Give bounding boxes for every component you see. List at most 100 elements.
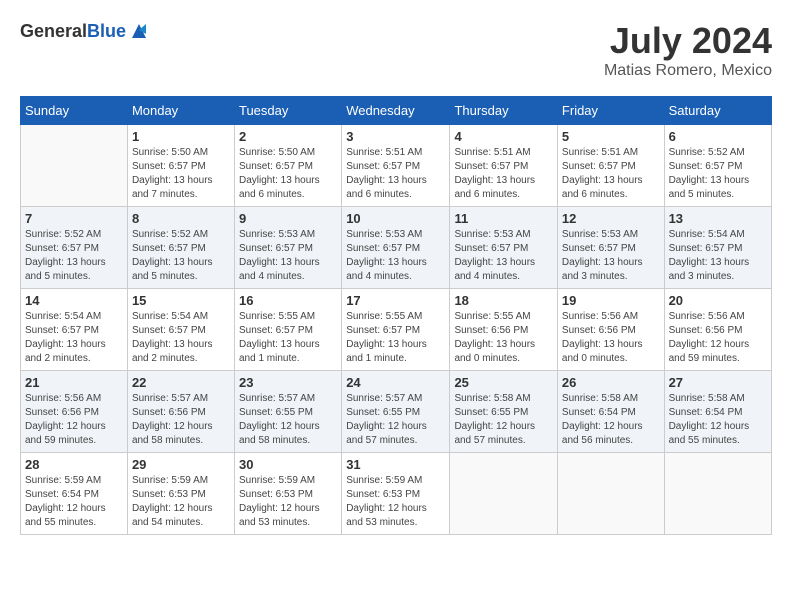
calendar-cell: 15 Sunrise: 5:54 AM Sunset: 6:57 PM Dayli… (127, 289, 234, 371)
calendar-cell: 27Sunrise: 5:58 AM Sunset: 6:54 PM Dayli… (664, 371, 771, 453)
day-info: Sunrise: 5:54 AM Sunset: 6:57 PM Dayligh… (669, 228, 767, 284)
day-number: 12 (562, 211, 660, 226)
day-number: 22 (132, 375, 230, 390)
weekday-header-tuesday: Tuesday (234, 97, 341, 125)
calendar-cell: 19Sunrise: 5:56 AM Sunset: 6:56 PM Dayli… (557, 289, 664, 371)
calendar-cell: 25Sunrise: 5:58 AM Sunset: 6:55 PM Dayli… (450, 371, 557, 453)
day-number: 7 (25, 211, 123, 226)
day-number: 28 (25, 457, 123, 472)
day-number: 24 (346, 375, 445, 390)
calendar-cell (664, 453, 771, 535)
day-info: Sunrise: 5:57 AM Sunset: 6:55 PM Dayligh… (239, 392, 337, 448)
calendar-cell (450, 453, 557, 535)
day-number: 16 (239, 293, 337, 308)
day-number: 27 (669, 375, 767, 390)
weekday-header-thursday: Thursday (450, 97, 557, 125)
weekday-header-friday: Friday (557, 97, 664, 125)
location-subtitle: Matias Romero, Mexico (604, 62, 772, 80)
calendar-cell: 29 Sunrise: 5:59 AM Sunset: 6:53 PM Dayli… (127, 453, 234, 535)
calendar-cell: 23 Sunrise: 5:57 AM Sunset: 6:55 PM Dayli… (234, 371, 341, 453)
calendar-cell: 4 Sunrise: 5:51 AM Sunset: 6:57 PM Daylig… (450, 125, 557, 207)
day-info: Sunrise: 5:53 AM Sunset: 6:57 PM Dayligh… (562, 228, 660, 284)
calendar-week-row: 1 Sunrise: 5:50 AM Sunset: 6:57 PM Daylig… (21, 125, 772, 207)
day-number: 13 (669, 211, 767, 226)
day-number: 2 (239, 129, 337, 144)
page-header: GeneralBlue July 2024 Matias Romero, Mex… (20, 20, 772, 80)
day-number: 15 (132, 293, 230, 308)
day-number: 17 (346, 293, 445, 308)
day-info: Sunrise: 5:53 AM Sunset: 6:57 PM Dayligh… (454, 228, 552, 284)
calendar-cell: 26 Sunrise: 5:58 AM Sunset: 6:54 PM Dayli… (557, 371, 664, 453)
day-info: Sunrise: 5:56 AM Sunset: 6:56 PM Dayligh… (669, 310, 767, 366)
month-year-title: July 2024 (604, 20, 772, 62)
calendar-cell: 5Sunrise: 5:51 AM Sunset: 6:57 PM Daylig… (557, 125, 664, 207)
calendar-cell: 28 Sunrise: 5:59 AM Sunset: 6:54 PM Dayli… (21, 453, 128, 535)
day-info: Sunrise: 5:54 AM Sunset: 6:57 PM Dayligh… (25, 310, 123, 366)
day-number: 21 (25, 375, 123, 390)
calendar-cell: 2 Sunrise: 5:50 AM Sunset: 6:57 PM Daylig… (234, 125, 341, 207)
calendar-cell: 12 Sunrise: 5:53 AM Sunset: 6:57 PM Dayli… (557, 207, 664, 289)
calendar-cell: 7 Sunrise: 5:52 AM Sunset: 6:57 PM Daylig… (21, 207, 128, 289)
day-info: Sunrise: 5:50 AM Sunset: 6:57 PM Dayligh… (239, 146, 337, 202)
day-number: 30 (239, 457, 337, 472)
day-info: Sunrise: 5:53 AM Sunset: 6:57 PM Dayligh… (346, 228, 445, 284)
day-info: Sunrise: 5:54 AM Sunset: 6:57 PM Dayligh… (132, 310, 230, 366)
calendar-cell: 17 Sunrise: 5:55 AM Sunset: 6:57 PM Dayli… (342, 289, 450, 371)
calendar-cell: 13 Sunrise: 5:54 AM Sunset: 6:57 PM Dayli… (664, 207, 771, 289)
day-number: 3 (346, 129, 445, 144)
calendar-week-row: 14 Sunrise: 5:54 AM Sunset: 6:57 PM Dayli… (21, 289, 772, 371)
day-number: 1 (132, 129, 230, 144)
calendar-week-row: 28 Sunrise: 5:59 AM Sunset: 6:54 PM Dayli… (21, 453, 772, 535)
calendar-cell: 8Sunrise: 5:52 AM Sunset: 6:57 PM Daylig… (127, 207, 234, 289)
day-number: 29 (132, 457, 230, 472)
calendar-cell (557, 453, 664, 535)
calendar-cell: 6 Sunrise: 5:52 AM Sunset: 6:57 PM Daylig… (664, 125, 771, 207)
day-number: 14 (25, 293, 123, 308)
day-info: Sunrise: 5:52 AM Sunset: 6:57 PM Dayligh… (25, 228, 123, 284)
day-number: 4 (454, 129, 552, 144)
day-number: 20 (669, 293, 767, 308)
day-info: Sunrise: 5:59 AM Sunset: 6:53 PM Dayligh… (132, 474, 230, 530)
day-info: Sunrise: 5:51 AM Sunset: 6:57 PM Dayligh… (562, 146, 660, 202)
calendar-cell (21, 125, 128, 207)
weekday-header-sunday: Sunday (21, 97, 128, 125)
day-info: Sunrise: 5:56 AM Sunset: 6:56 PM Dayligh… (25, 392, 123, 448)
day-number: 23 (239, 375, 337, 390)
day-info: Sunrise: 5:58 AM Sunset: 6:55 PM Dayligh… (454, 392, 552, 448)
day-info: Sunrise: 5:51 AM Sunset: 6:57 PM Dayligh… (346, 146, 445, 202)
day-info: Sunrise: 5:52 AM Sunset: 6:57 PM Dayligh… (669, 146, 767, 202)
day-info: Sunrise: 5:55 AM Sunset: 6:57 PM Dayligh… (346, 310, 445, 366)
calendar-cell: 9Sunrise: 5:53 AM Sunset: 6:57 PM Daylig… (234, 207, 341, 289)
day-number: 26 (562, 375, 660, 390)
logo-general: GeneralBlue (20, 21, 126, 42)
day-info: Sunrise: 5:57 AM Sunset: 6:55 PM Dayligh… (346, 392, 445, 448)
calendar-cell: 16Sunrise: 5:55 AM Sunset: 6:57 PM Dayli… (234, 289, 341, 371)
calendar-week-row: 21 Sunrise: 5:56 AM Sunset: 6:56 PM Dayli… (21, 371, 772, 453)
calendar-cell: 3 Sunrise: 5:51 AM Sunset: 6:57 PM Daylig… (342, 125, 450, 207)
day-number: 11 (454, 211, 552, 226)
day-info: Sunrise: 5:56 AM Sunset: 6:56 PM Dayligh… (562, 310, 660, 366)
day-number: 31 (346, 457, 445, 472)
calendar-cell: 24 Sunrise: 5:57 AM Sunset: 6:55 PM Dayli… (342, 371, 450, 453)
day-number: 10 (346, 211, 445, 226)
day-number: 6 (669, 129, 767, 144)
day-number: 18 (454, 293, 552, 308)
day-info: Sunrise: 5:51 AM Sunset: 6:57 PM Dayligh… (454, 146, 552, 202)
calendar-cell: 22 Sunrise: 5:57 AM Sunset: 6:56 PM Dayli… (127, 371, 234, 453)
weekday-header-monday: Monday (127, 97, 234, 125)
day-info: Sunrise: 5:52 AM Sunset: 6:57 PM Dayligh… (132, 228, 230, 284)
day-info: Sunrise: 5:55 AM Sunset: 6:56 PM Dayligh… (454, 310, 552, 366)
day-info: Sunrise: 5:57 AM Sunset: 6:56 PM Dayligh… (132, 392, 230, 448)
day-info: Sunrise: 5:58 AM Sunset: 6:54 PM Dayligh… (562, 392, 660, 448)
calendar-cell: 1Sunrise: 5:50 AM Sunset: 6:57 PM Daylig… (127, 125, 234, 207)
day-info: Sunrise: 5:59 AM Sunset: 6:54 PM Dayligh… (25, 474, 123, 530)
calendar-cell: 18 Sunrise: 5:55 AM Sunset: 6:56 PM Dayli… (450, 289, 557, 371)
calendar-cell: 10 Sunrise: 5:53 AM Sunset: 6:57 PM Dayli… (342, 207, 450, 289)
calendar-table: SundayMondayTuesdayWednesdayThursdayFrid… (20, 96, 772, 535)
day-number: 9 (239, 211, 337, 226)
title-area: July 2024 Matias Romero, Mexico (604, 20, 772, 80)
calendar-cell: 30 Sunrise: 5:59 AM Sunset: 6:53 PM Dayli… (234, 453, 341, 535)
day-info: Sunrise: 5:59 AM Sunset: 6:53 PM Dayligh… (239, 474, 337, 530)
calendar-cell: 11 Sunrise: 5:53 AM Sunset: 6:57 PM Dayli… (450, 207, 557, 289)
day-info: Sunrise: 5:59 AM Sunset: 6:53 PM Dayligh… (346, 474, 445, 530)
